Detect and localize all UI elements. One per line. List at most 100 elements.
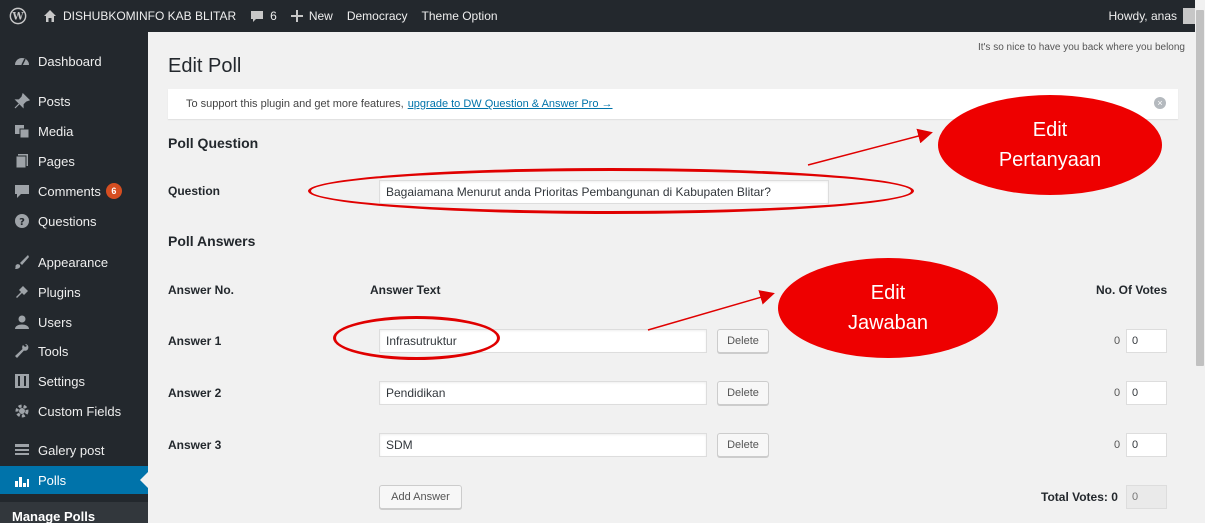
gear-icon	[12, 401, 32, 421]
users-icon	[12, 312, 32, 332]
sidebar-item-label: Appearance	[38, 254, 109, 270]
gallery-icon	[12, 440, 32, 460]
poll-chart-icon	[12, 470, 32, 490]
answer-arrow	[647, 290, 775, 331]
delete-answer-button[interactable]: Delete	[717, 329, 769, 353]
comment-icon	[250, 10, 264, 23]
plug-icon	[12, 282, 32, 302]
delete-answer-button[interactable]: Delete	[717, 433, 769, 457]
sidebar-item-polls[interactable]: Polls	[0, 466, 148, 494]
vote-count: 0	[1114, 439, 1121, 451]
question-highlight-ellipse	[308, 168, 914, 214]
sidebar-item-plugins[interactable]: Plugins	[0, 278, 148, 306]
vote-count: 0	[1114, 335, 1121, 347]
sidebar-item-pages[interactable]: Pages	[0, 147, 148, 175]
sidebar-item-label: Questions	[38, 213, 97, 229]
wrench-icon	[12, 341, 32, 361]
new-content-link[interactable]: New	[284, 0, 340, 32]
home-icon	[43, 9, 57, 23]
svg-text:?: ?	[19, 217, 25, 228]
answer-no: Answer 2	[168, 386, 222, 400]
site-name: DISHUBKOMINFO KAB BLITAR	[63, 9, 237, 23]
page-title: Edit Poll	[168, 55, 242, 77]
admin-bar: W DISHUBKOMINFO KAB BLITAR 6 New Democra…	[0, 0, 1205, 32]
bubble-line-2: Pertanyaan	[998, 149, 1102, 171]
question-label: Question	[168, 184, 221, 198]
comments-count: 6	[270, 9, 277, 23]
sidebar-item-settings[interactable]: Settings	[0, 367, 148, 395]
sidebar-item-users[interactable]: Users	[0, 308, 148, 336]
sidebar-item-comments[interactable]: Comments 6	[0, 177, 148, 205]
pages-icon	[12, 151, 32, 171]
comments-badge: 6	[105, 183, 122, 199]
answer-text-input[interactable]: Pendidikan	[379, 381, 707, 405]
svg-text:W: W	[11, 12, 24, 23]
sidebar-item-label: Users	[38, 314, 72, 330]
sidebar-item-tools[interactable]: Tools	[0, 337, 148, 365]
poll-question-heading: Poll Question	[168, 135, 259, 151]
total-votes-label: Total Votes: 0	[1041, 490, 1118, 504]
sidebar-item-label: Posts	[38, 93, 71, 109]
plus-icon	[290, 10, 303, 22]
scrollbar[interactable]	[1195, 0, 1205, 523]
col-no-of-votes: No. Of Votes	[1096, 283, 1168, 297]
answer-text-input[interactable]: SDM	[379, 433, 707, 457]
settings-icon	[12, 371, 32, 391]
comment-icon	[12, 181, 32, 201]
sidebar-item-custom-fields[interactable]: Custom Fields	[0, 397, 148, 425]
question-arrow	[807, 128, 933, 166]
sidebar-item-label: Pages	[38, 153, 75, 169]
edit-question-bubble: Edit Pertanyaan	[938, 95, 1162, 195]
answer-highlight-ellipse	[333, 316, 500, 360]
vote-input[interactable]: 0	[1126, 329, 1167, 353]
site-name-link[interactable]: DISHUBKOMINFO KAB BLITAR	[36, 0, 243, 32]
howdy-text: Howdy, anas	[1108, 9, 1177, 23]
vote-input[interactable]: 0	[1126, 433, 1167, 457]
new-label: New	[308, 9, 333, 23]
wordpress-logo-icon[interactable]: W	[0, 0, 36, 32]
poll-answers-heading: Poll Answers	[168, 233, 256, 249]
pin-icon	[12, 91, 32, 111]
democracy-link[interactable]: Democracy	[340, 0, 415, 32]
sidebar-item-dashboard[interactable]: Dashboard	[0, 47, 148, 75]
col-answer-no: Answer No.	[168, 283, 235, 297]
submenu-manage-polls[interactable]: Manage Polls	[0, 502, 148, 523]
bubble-line-1: Edit	[870, 282, 906, 304]
edit-answer-bubble: Edit Jawaban	[778, 258, 998, 358]
scrollbar-thumb[interactable]	[1196, 10, 1204, 366]
current-menu-arrow	[140, 472, 148, 488]
my-account[interactable]: Howdy, anas	[1109, 0, 1205, 32]
sidebar-item-label: Galery post	[38, 442, 105, 458]
bubble-line-1: Edit	[1032, 119, 1068, 141]
vote-input[interactable]: 0	[1126, 381, 1167, 405]
delete-answer-button[interactable]: Delete	[717, 381, 769, 405]
sidebar-item-galery-post[interactable]: Galery post	[0, 436, 148, 464]
comments-link[interactable]: 6	[243, 0, 284, 32]
sidebar-item-posts[interactable]: Posts	[0, 87, 148, 115]
sidebar-item-label: Polls	[38, 472, 67, 488]
sidebar-item-media[interactable]: Media	[0, 117, 148, 145]
bubble-line-2: Jawaban	[847, 312, 929, 334]
answer-no: Answer 1	[168, 334, 222, 348]
welcome-message: It's so nice to have you back where you …	[977, 42, 1185, 53]
sidebar-item-label: Tools	[38, 343, 69, 359]
media-icon	[12, 121, 32, 141]
dismiss-icon[interactable]: ×	[1154, 97, 1166, 109]
sidebar-item-label: Custom Fields	[38, 403, 122, 419]
vote-count: 0	[1114, 387, 1121, 399]
sidebar-item-label: Dashboard	[38, 53, 102, 69]
upgrade-link[interactable]: upgrade to DW Question & Answer Pro →	[408, 98, 613, 110]
sidebar-item-label: Comments	[38, 183, 101, 199]
theme-option-link[interactable]: Theme Option	[415, 0, 505, 32]
sidebar-item-label: Media	[38, 123, 74, 139]
col-answer-text: Answer Text	[370, 283, 441, 297]
question-icon: ?	[12, 211, 32, 231]
total-votes-input: 0	[1126, 485, 1167, 509]
sidebar-item-questions[interactable]: ? Questions	[0, 207, 148, 235]
brush-icon	[12, 252, 32, 272]
sidebar-item-appearance[interactable]: Appearance	[0, 248, 148, 276]
notice-text: To support this plugin and get more feat…	[186, 98, 404, 110]
answer-no: Answer 3	[168, 438, 222, 452]
sidebar-item-label: Plugins	[38, 284, 81, 300]
add-answer-button[interactable]: Add Answer	[379, 485, 462, 509]
